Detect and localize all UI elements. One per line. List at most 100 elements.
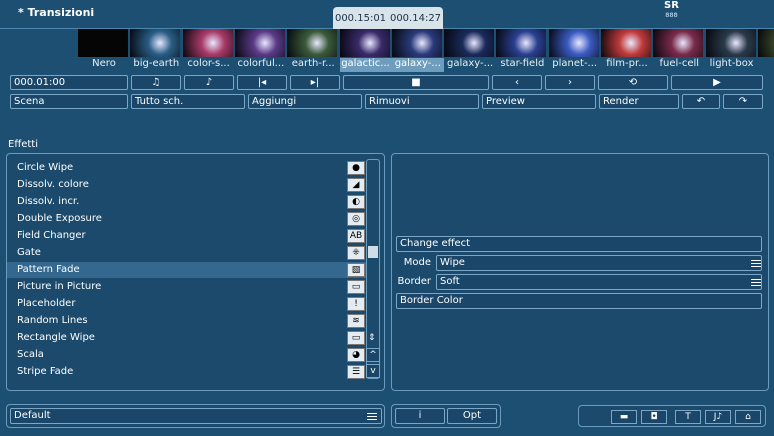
audio-note-button[interactable]: ♫	[131, 75, 181, 90]
remove-button[interactable]: Rimuovi	[365, 94, 479, 109]
audio-nav-button[interactable]: J♪	[705, 410, 731, 424]
pip-icon: ▭	[347, 280, 365, 294]
thumbnail-label: big-earth	[133, 58, 180, 69]
effect-list-item[interactable]: Field Changer AB	[7, 228, 367, 244]
scala-icon: ◕	[347, 348, 365, 362]
effect-list-item[interactable]: Rectangle Wipe ▭	[7, 330, 367, 346]
go-end-button[interactable]: ▸|	[290, 75, 340, 90]
sr-badge: SR 888	[664, 1, 679, 21]
random-lines-icon: ≋	[347, 314, 365, 328]
effect-list-item[interactable]: Picture in Picture ▭	[7, 279, 367, 295]
effects-scrollbar[interactable]	[366, 159, 380, 379]
thumbnail-item[interactable]: galactic...	[339, 29, 392, 73]
thumbnail-label: galactic...	[339, 58, 392, 72]
thumbnail-item[interactable]: planet-...	[548, 29, 599, 73]
thumbnail-item[interactable]: Nero	[78, 29, 128, 73]
preview-button[interactable]: Preview	[482, 94, 596, 109]
go-start-button[interactable]: |◂	[237, 75, 287, 90]
effect-label: Pattern Fade	[17, 264, 80, 275]
thumbnail-item[interactable]: galaxy-...	[391, 29, 444, 73]
timecode-field[interactable]: 000.01:00	[10, 75, 128, 90]
edit-nav-button[interactable]: ▬	[611, 410, 637, 424]
change-effect-button[interactable]: Change effect	[396, 236, 762, 252]
transitions-nav-button[interactable]: ◘	[641, 410, 667, 424]
skip-start-icon: |◂	[257, 77, 267, 88]
border-select[interactable]: Soft	[436, 274, 762, 290]
effect-list-item[interactable]: Double Exposure ◎	[7, 211, 367, 227]
thumbnail-item[interactable]: galaxy-...	[444, 29, 495, 73]
effect-list-item[interactable]: Scala ◕	[7, 347, 367, 363]
effect-list-item[interactable]: Random Lines ≋	[7, 313, 367, 329]
skip-end-icon: ▸|	[310, 77, 320, 88]
thumbnail-item[interactable]: star-field	[496, 29, 547, 73]
effects-scrollbar-thumb[interactable]	[368, 246, 378, 258]
thumbnail-image	[287, 29, 338, 57]
info-button[interactable]: i	[395, 408, 445, 424]
effect-list-item[interactable]: Dissolv. incr. ◐	[7, 194, 367, 210]
effect-list-item[interactable]: Dissolv. colore ◢	[7, 177, 367, 193]
sr-badge-sub: 888	[665, 12, 678, 19]
scroll-up-button[interactable]: ^	[366, 348, 380, 362]
thumbnail-item[interactable]: color-s...	[182, 29, 233, 73]
scene-button[interactable]: Scena	[10, 94, 128, 109]
effect-list-item[interactable]: Placeholder!	[7, 296, 367, 312]
effect-label: Field Changer	[17, 230, 86, 241]
window-title: * Transizioni	[18, 6, 95, 19]
menu-lines-icon	[367, 413, 377, 420]
undo-button[interactable]: ↶	[682, 94, 720, 109]
timecode-start: 000.15:01	[334, 12, 387, 24]
thumbnail-label: light-box	[709, 58, 754, 69]
pattern-fade-icon: ▧	[347, 263, 365, 277]
chevron-up-icon: ^	[369, 350, 377, 360]
add-button[interactable]: Aggiungi	[248, 94, 362, 109]
thumbnail-item[interactable]: film-pr...	[601, 29, 651, 73]
thumbnail-image	[391, 29, 442, 57]
thumbnail-item[interactable]: fuel-cell	[653, 29, 704, 73]
music-note-icon: ♫	[151, 77, 161, 88]
home-nav-button[interactable]: ⌂	[735, 410, 761, 424]
thumbnail-item[interactable]: light-box	[705, 29, 756, 73]
render-button[interactable]: Render	[599, 94, 679, 109]
step-back-button[interactable]: ‹	[492, 75, 542, 90]
full-screen-button[interactable]: Tutto sch.	[131, 94, 245, 109]
title-t-icon: T	[685, 412, 691, 422]
effect-label: Rectangle Wipe	[17, 332, 95, 343]
position-slider[interactable]: ■	[343, 75, 489, 90]
preset-select[interactable]: Default	[10, 408, 382, 424]
thumbnail-item[interactable]: earth-r...	[287, 29, 338, 73]
step-forward-button[interactable]: ›	[545, 75, 595, 90]
thumbnail-label: earth-r...	[291, 58, 335, 69]
thumbnail-label: Nero	[92, 58, 116, 69]
effect-list-item[interactable]: Gate ⁜	[7, 245, 367, 261]
thumbnail-strip: Nero big-earth color-s... colorful... earth-…	[78, 29, 774, 73]
effect-label: Stripe Fade	[17, 366, 74, 377]
thumbnail-item[interactable]: colorful...	[234, 29, 285, 73]
effect-list-item[interactable]: Stripe Fade ☰	[7, 364, 367, 380]
redo-button[interactable]: ↷	[723, 94, 763, 109]
mode-label: Mode	[403, 257, 431, 268]
thumbnail-label: planet-...	[552, 58, 598, 69]
loop-button[interactable]: ⟲	[598, 75, 668, 90]
thumbnail-image	[234, 29, 285, 57]
film-strip-icon: ▬	[619, 412, 629, 422]
properties-panel	[391, 153, 769, 391]
options-button[interactable]: Opt	[447, 408, 497, 424]
thumbnail-item[interactable]: big-earth	[130, 29, 181, 73]
effect-list-item[interactable]: Pattern Fade ▧	[7, 262, 367, 278]
effect-list-item[interactable]: Circle Wipe ●	[7, 160, 367, 176]
border-color-button[interactable]: Border Color	[396, 293, 762, 309]
thumbnail-label: galaxy-...	[391, 58, 444, 72]
effect-label: Picture in Picture	[17, 281, 102, 292]
scroll-down-button[interactable]: v	[366, 364, 380, 378]
chevron-down-icon: v	[370, 366, 376, 376]
border-label: Border	[397, 276, 431, 287]
menu-lines-icon	[751, 279, 761, 286]
thumbnail-image	[705, 29, 756, 57]
slider-handle-icon: ■	[411, 77, 421, 88]
audio-note-alt-button[interactable]: ♪	[184, 75, 234, 90]
play-button[interactable]: ▶	[671, 75, 763, 90]
thumbnail-item[interactable]: g...	[757, 29, 774, 73]
titles-nav-button[interactable]: T	[675, 410, 701, 424]
mode-select[interactable]: Wipe	[436, 255, 762, 271]
scroll-arrows-icon: ⇕	[368, 333, 376, 343]
